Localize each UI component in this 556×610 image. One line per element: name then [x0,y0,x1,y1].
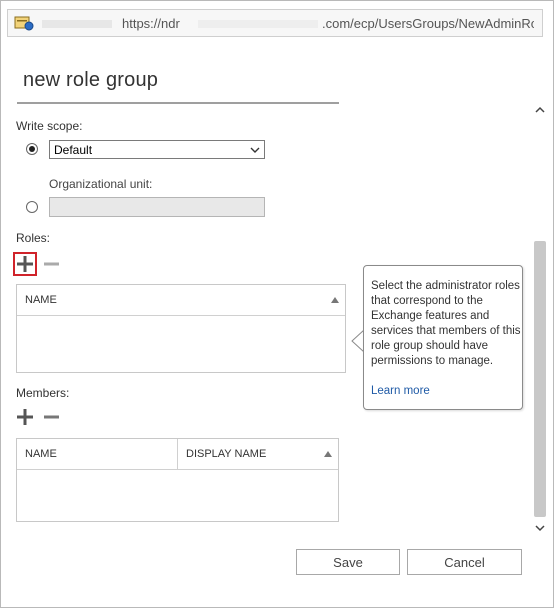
members-column-display-name[interactable]: DISPLAY NAME [178,439,338,469]
save-button[interactable]: Save [296,549,400,575]
column-header-label: DISPLAY NAME [186,448,267,460]
scroll-up-icon[interactable] [535,105,545,115]
roles-table-header: NAME [17,285,345,316]
callout-text: Select the administrator roles that corr… [371,280,521,367]
remove-member-button[interactable] [42,407,62,427]
remove-icon [44,415,59,419]
roles-table[interactable]: NAME [16,284,346,373]
sort-ascending-icon [324,451,332,457]
add-role-button[interactable] [15,254,35,274]
roles-column-name[interactable]: NAME [17,285,345,315]
add-member-button[interactable] [15,407,35,427]
column-header-label: NAME [25,294,57,306]
url-host: https://ndr [122,16,180,31]
sort-ascending-icon [331,297,339,303]
add-icon [17,409,33,425]
chevron-down-icon [250,144,260,154]
site-icon [14,15,34,31]
scroll-thumb[interactable] [534,241,546,517]
organizational-unit-input[interactable] [49,197,265,217]
title-divider [17,102,339,104]
members-label: Members: [16,386,70,400]
cancel-button[interactable]: Cancel [407,549,522,575]
column-header-label: NAME [25,448,57,460]
organizational-unit-label: Organizational unit: [49,177,153,191]
address-bar[interactable]: https://ndr .com/ecp/UsersGroups/NewAdmi… [7,9,543,37]
write-scope-label: Write scope: [16,119,83,133]
redacted-region [42,20,112,28]
redacted-region [198,20,318,28]
members-table-header: NAME DISPLAY NAME [17,439,338,470]
scroll-down-icon[interactable] [535,523,545,533]
write-scope-ou-radio[interactable] [26,201,38,213]
dialog-window: https://ndr .com/ecp/UsersGroups/NewAdmi… [0,0,554,608]
remove-role-button[interactable] [42,254,62,274]
members-column-name[interactable]: NAME [17,439,178,469]
members-table[interactable]: NAME DISPLAY NAME [16,438,339,522]
roles-label: Roles: [16,231,51,245]
write-scope-selected-value: Default [54,143,93,157]
write-scope-select[interactable]: Default [49,140,265,159]
vertical-scrollbar[interactable] [531,99,549,539]
add-icon [17,256,33,272]
url-path: .com/ecp/UsersGroups/NewAdminRole [322,16,534,31]
remove-icon [44,262,59,266]
learn-more-link[interactable]: Learn more [371,385,430,397]
roles-help-callout: Select the administrator roles that corr… [363,265,523,410]
page-title: new role group [23,69,159,91]
write-scope-default-radio[interactable] [26,143,38,155]
